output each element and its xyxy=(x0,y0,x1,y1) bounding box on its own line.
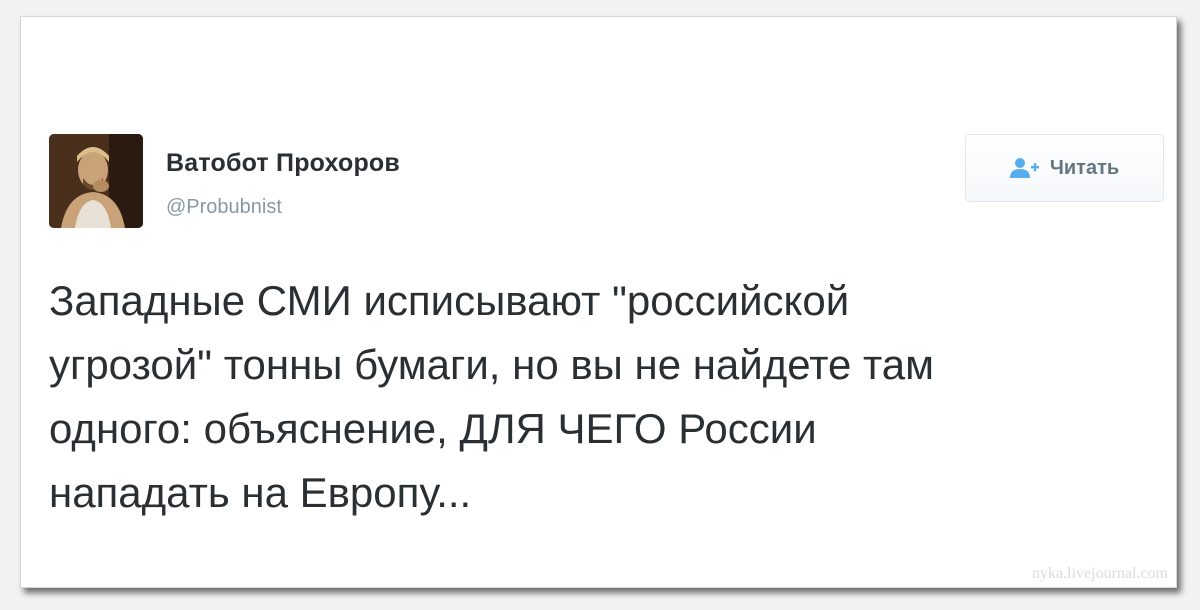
avatar-icon xyxy=(49,134,143,228)
tweet-text-line: нападать на Европу... xyxy=(49,469,472,516)
follow-button[interactable]: Читать xyxy=(965,134,1164,202)
watermark: nyka.livejournal.com xyxy=(1032,565,1168,582)
follow-button-label: Читать xyxy=(1049,156,1120,179)
tweet-text-line: угрозой" тонны бумаги, но вы не найдете … xyxy=(49,341,935,388)
tweet-text-line: одного: объяснение, ДЛЯ ЧЕГО России xyxy=(49,405,817,452)
author-handle[interactable]: @Probubnist xyxy=(166,196,282,219)
tweet-card: Ватобот Прохоров @Probubnist Читать Запа… xyxy=(20,16,1177,588)
add-user-icon xyxy=(1009,157,1040,179)
author-name[interactable]: Ватобот Прохоров xyxy=(166,149,400,178)
user-avatar[interactable] xyxy=(49,134,143,228)
tweet-text-line: Западные СМИ исписывают "российской xyxy=(49,277,850,324)
tweet-text: Западные СМИ исписывают "российской угро… xyxy=(49,269,1159,525)
